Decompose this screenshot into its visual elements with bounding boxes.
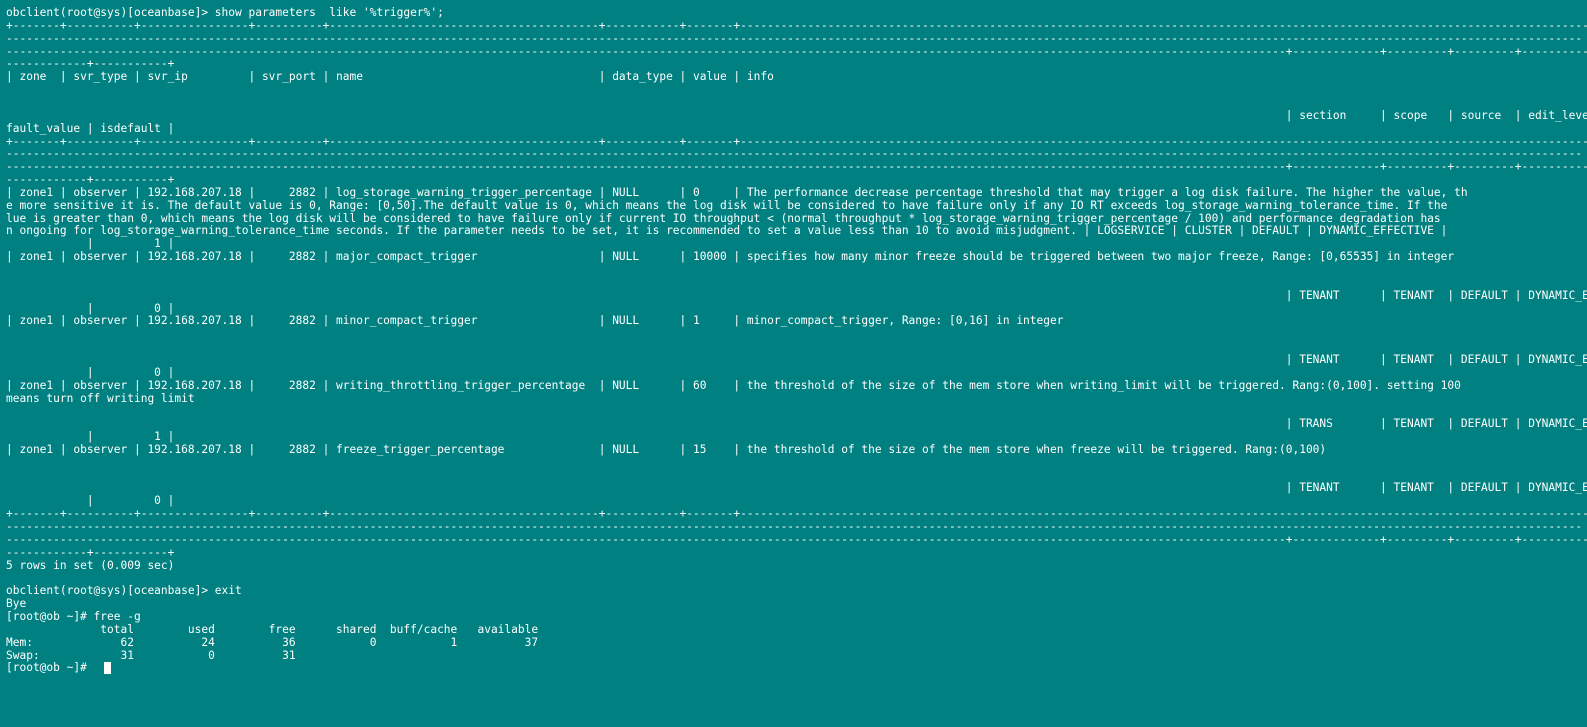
terminal-line: Swap: 31 0 31 <box>6 648 296 662</box>
terminal-line: Mem: 62 24 36 0 1 37 <box>6 635 539 649</box>
terminal-line: ----------------------------------------… <box>6 532 1587 546</box>
terminal-line: | section | scope | source | edit_level … <box>6 108 1587 122</box>
terminal-line: +-------+----------+----------------+---… <box>6 507 1587 521</box>
terminal-line: | 0 | <box>6 494 175 508</box>
terminal-line: ----------------------------------------… <box>6 31 1583 45</box>
terminal-line: lue is greater than 0, which means the l… <box>6 211 1441 225</box>
terminal-line: ----------------------------------------… <box>6 44 1587 58</box>
terminal-line: ----------------------------------------… <box>6 160 1587 174</box>
terminal-line: ------------+-----------+ <box>6 545 175 559</box>
terminal-line: +-------+----------+----------------+---… <box>6 18 1587 32</box>
terminal-line: | TENANT | TENANT | DEFAULT | DYNAMIC_EF <box>6 352 1587 366</box>
terminal-line: | 0 | <box>6 365 175 379</box>
terminal-line: | TENANT | TENANT | DEFAULT | DYNAMIC_EF <box>6 288 1587 302</box>
terminal-line: | zone1 | observer | 192.168.207.18 | 28… <box>6 185 1468 199</box>
terminal-line: obclient(root@sys)[oceanbase]> show para… <box>6 6 444 19</box>
terminal-line: | zone | svr_type | svr_ip | svr_port | … <box>6 70 774 84</box>
terminal-line: total used free shared buff/cache availa… <box>6 622 539 636</box>
terminal-line: | 1 | <box>6 430 175 444</box>
terminal-line: [root@ob ~]# <box>6 661 94 675</box>
terminal-line: fault_value | isdefault | <box>6 121 175 135</box>
terminal-line: | zone1 | observer | 192.168.207.18 | 28… <box>6 378 1461 392</box>
terminal-line: | 0 | <box>6 301 175 315</box>
terminal-line: [root@ob ~]# free -g <box>6 609 141 623</box>
terminal-line: ------------+-----------+ <box>6 57 175 71</box>
terminal-line: | zone1 | observer | 192.168.207.18 | 28… <box>6 442 1327 456</box>
terminal-line: | TENANT | TENANT | DEFAULT | DYNAMIC_EF <box>6 481 1587 495</box>
terminal-line: ----------------------------------------… <box>6 147 1583 161</box>
terminal-line: | zone1 | observer | 192.168.207.18 | 28… <box>6 250 1455 264</box>
terminal-line: n ongoing for log_storage_warning_tolera… <box>6 224 1448 238</box>
terminal-line: ------------+-----------+ <box>6 173 175 187</box>
terminal-line: means turn off writing limit <box>6 391 195 405</box>
terminal-line: ----------------------------------------… <box>6 520 1583 533</box>
terminal-line: | 1 | <box>6 237 175 251</box>
terminal-line: e more sensitive it is. The default valu… <box>6 198 1448 212</box>
terminal-window[interactable]: obclient(root@sys)[oceanbase]> show para… <box>0 0 1587 727</box>
text-cursor <box>104 662 111 675</box>
terminal-line: obclient(root@sys)[oceanbase]> exit <box>6 584 242 598</box>
terminal-line: | TRANS | TENANT | DEFAULT | DYNAMIC_EF <box>6 417 1587 431</box>
terminal-line: Bye <box>6 597 27 611</box>
terminal-line: +-------+----------+----------------+---… <box>6 134 1587 148</box>
terminal-line: 5 rows in set (0.009 sec) <box>6 558 175 572</box>
terminal-line: | zone1 | observer | 192.168.207.18 | 28… <box>6 314 1064 328</box>
